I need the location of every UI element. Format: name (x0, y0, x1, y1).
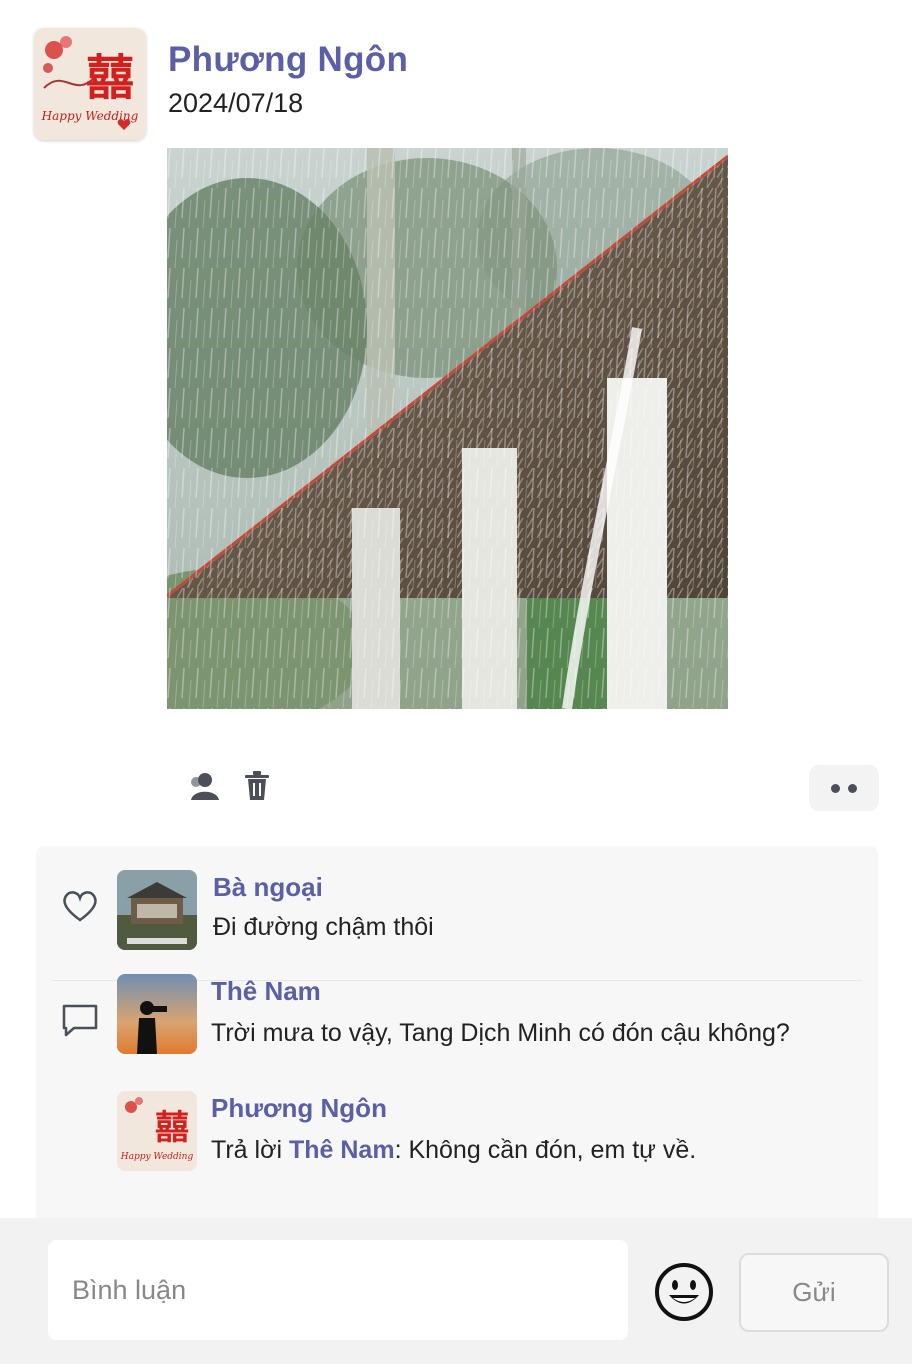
comment-text: Trời mưa to vậy, Tang Dịch Minh có đón c… (211, 1019, 790, 1047)
avatar-caption: Happy Wedding (120, 1152, 194, 1162)
reply-text: Trả lời Thê Nam: Không cần đón, em tự về… (211, 1133, 696, 1167)
commenter-avatar[interactable] (117, 974, 197, 1054)
comment-item: Bà ngoại Đi đường chậm thôi (52, 870, 872, 982)
comment-composer: Gửi (0, 1218, 912, 1364)
avatar-xi-glyph: 囍 (86, 50, 134, 106)
more-dots-icon (831, 783, 840, 793)
heart-icon[interactable] (60, 886, 100, 926)
reply-item: 囍 Happy Wedding Phương Ngôn Trả lời Thê … (117, 1091, 872, 1181)
commenter-avatar[interactable] (117, 870, 197, 950)
comment-author[interactable]: Phương Ngôn (211, 1091, 387, 1125)
emoji-icon[interactable] (654, 1262, 714, 1322)
comment-item: Thê Nam Trời mưa to vậy, Tang Dịch Minh … (117, 974, 872, 1064)
comment-text: Đi đường chậm thôi (213, 913, 434, 941)
trash-icon[interactable] (239, 768, 275, 804)
comments-panel: Bà ngoại Đi đường chậm thôi Thê Nam Trời… (36, 846, 878, 1218)
comment-author[interactable]: Bà ngoại (213, 870, 323, 904)
post-date: 2024/07/18 (168, 88, 304, 118)
comment-input[interactable] (48, 1240, 628, 1340)
avatar-xi-glyph: 囍 (155, 1108, 189, 1148)
post-author-name[interactable]: Phương Ngôn (168, 38, 668, 82)
comment-author[interactable]: Thê Nam (211, 974, 321, 1008)
reply-body: : Không cần đón, em tự về. (394, 1136, 697, 1164)
post-actions (0, 760, 912, 816)
visibility-people-icon[interactable] (186, 768, 222, 804)
send-button[interactable]: Gửi (739, 1253, 889, 1332)
more-options-button[interactable] (809, 765, 879, 811)
commenter-avatar[interactable]: 囍 Happy Wedding (117, 1091, 197, 1171)
author-avatar[interactable]: 囍 Happy Wedding (34, 28, 146, 140)
comment-icon[interactable] (60, 1000, 100, 1040)
reply-mention[interactable]: Thê Nam (289, 1136, 395, 1164)
post-image[interactable] (167, 148, 728, 709)
reply-prefix: Trả lời (211, 1136, 289, 1164)
post-header: 囍 Happy Wedding Phương Ngôn 2024/07/18 (34, 28, 408, 140)
